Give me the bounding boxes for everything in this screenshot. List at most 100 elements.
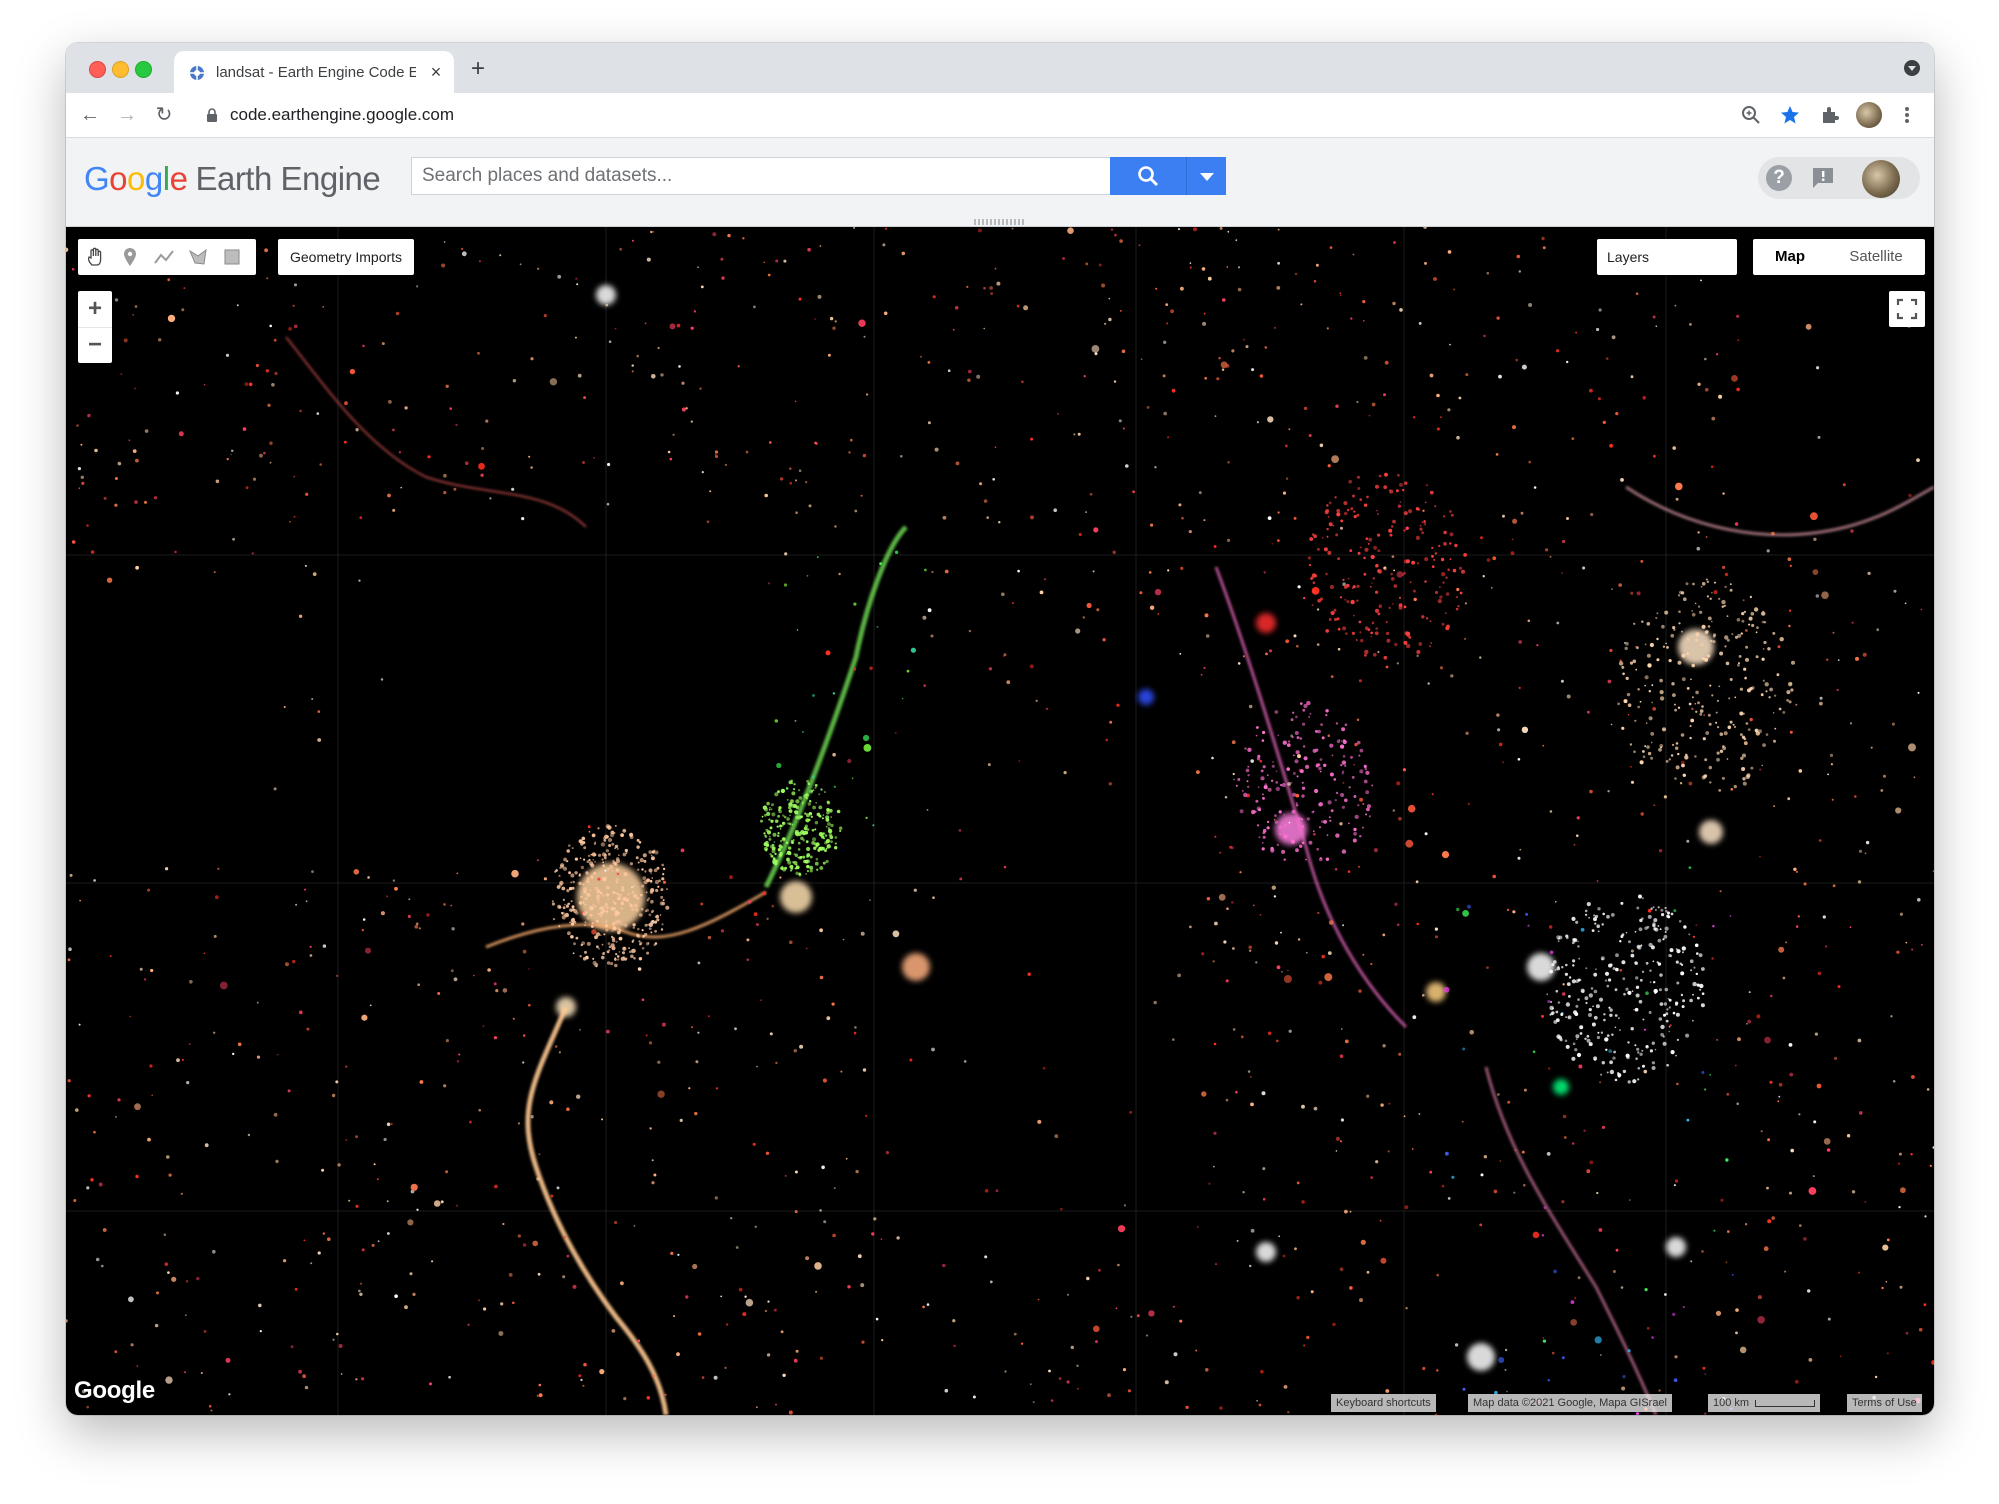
rectangle-icon[interactable] (220, 245, 244, 269)
light-dot (1282, 1254, 1286, 1258)
zoom-icon[interactable] (1740, 104, 1762, 126)
light-dot (1260, 769, 1264, 773)
light-dot (1423, 520, 1426, 523)
help-icon[interactable]: ? (1766, 165, 1792, 191)
light-dot (809, 865, 814, 870)
map-type-satellite[interactable]: Satellite (1827, 239, 1925, 275)
line-icon[interactable] (152, 245, 176, 269)
earth-engine-logo[interactable]: Google Earth Engine (84, 160, 381, 198)
light-dot (1659, 690, 1664, 695)
map-type-map[interactable]: Map (1753, 239, 1827, 275)
keyboard-shortcuts-link[interactable]: Keyboard shortcuts (1331, 1394, 1436, 1412)
search-button[interactable] (1110, 157, 1186, 195)
lock-icon[interactable] (206, 108, 218, 122)
terms-of-use-link[interactable]: Terms of Use (1847, 1394, 1922, 1412)
light-dot (1931, 1360, 1934, 1365)
light-dot (376, 1178, 379, 1181)
light-dot (775, 259, 779, 263)
tab-search-icon[interactable] (1904, 60, 1920, 76)
feedback-icon[interactable] (1810, 165, 1836, 191)
light-dot (618, 936, 623, 941)
light-dot (863, 744, 872, 752)
light-dot (595, 932, 601, 937)
light-dot (1277, 228, 1280, 231)
map-canvas[interactable]: Geometry Imports Layers Map Satellite + … (66, 227, 1934, 1415)
star-icon[interactable] (1779, 104, 1801, 126)
geometry-imports-button[interactable]: Geometry Imports (278, 239, 415, 275)
light-dot (872, 824, 875, 827)
search-input[interactable] (412, 158, 1102, 194)
light-dot (1326, 834, 1329, 836)
light-dot (1222, 298, 1226, 302)
scale-bar[interactable]: 100 km (1708, 1394, 1821, 1412)
light-dot (804, 830, 809, 835)
light-dot (996, 281, 1001, 286)
light-dot (1786, 699, 1789, 702)
forward-button[interactable]: → (115, 103, 139, 127)
light-dot (1652, 960, 1655, 963)
address-bar[interactable]: code.earthengine.google.com (230, 105, 454, 125)
avatar[interactable] (1862, 160, 1900, 198)
light-dot (1557, 940, 1560, 943)
layers-button[interactable]: Layers (1597, 239, 1737, 275)
light-dot (834, 320, 837, 323)
light-dot (1703, 774, 1707, 779)
marker-icon[interactable] (118, 245, 142, 269)
light-dot (1681, 1005, 1685, 1009)
new-tab-button[interactable]: + (466, 57, 490, 81)
light-dot (1396, 662, 1399, 665)
light-dot (1745, 629, 1748, 632)
light-dot (568, 887, 572, 890)
light-dot (431, 1260, 434, 1263)
light-dot (881, 1339, 884, 1342)
fullscreen-button[interactable] (1889, 291, 1925, 327)
light-dot (1652, 906, 1655, 909)
light-dot (1842, 483, 1846, 487)
polygon-icon[interactable] (186, 245, 210, 269)
light-dot (597, 827, 600, 830)
light-dot (1601, 1125, 1605, 1129)
light-dot (1245, 345, 1249, 349)
light-dot (1306, 817, 1311, 821)
light-dot (807, 782, 811, 785)
light-dot (636, 896, 640, 900)
light-dot (1846, 1134, 1851, 1138)
light-dot (1686, 839, 1690, 843)
panel-resize-handle[interactable] (974, 219, 1026, 225)
light-dot (1659, 678, 1663, 683)
search-options-dropdown[interactable] (1186, 157, 1226, 195)
tab-landsat[interactable]: landsat - Earth Engine Code Ed × (174, 51, 454, 93)
light-dot (1627, 990, 1632, 995)
light-dot (1429, 373, 1434, 378)
light-dot (1297, 754, 1301, 759)
more-icon[interactable] (1896, 104, 1918, 126)
light-dot (1814, 1032, 1818, 1036)
light-dot (1342, 755, 1346, 758)
light-dot (386, 1200, 389, 1203)
light-dot (1911, 948, 1914, 951)
minimize-window-button[interactable] (112, 61, 129, 78)
browser-toolbar: ← → ↻ code.earthengine.google.com (66, 93, 1934, 138)
light-dot (1429, 620, 1432, 623)
back-button[interactable]: ← (78, 103, 102, 127)
light-dot (1751, 686, 1755, 690)
reload-button[interactable]: ↻ (152, 103, 176, 127)
light-dot (558, 1051, 561, 1054)
profile-icon[interactable] (1856, 102, 1882, 128)
light-dot (456, 1060, 460, 1063)
light-dot (1553, 960, 1557, 964)
light-dot (156, 1291, 159, 1295)
light-dot (620, 901, 625, 906)
light-dot (1743, 610, 1747, 614)
close-window-button[interactable] (89, 61, 106, 78)
hand-icon[interactable] (84, 245, 108, 269)
light-dot (648, 868, 653, 873)
zoom-window-button[interactable] (135, 61, 152, 78)
zoom-out-button[interactable]: − (78, 327, 112, 363)
light-dot (1318, 766, 1322, 771)
light-dot (862, 1068, 867, 1072)
zoom-in-button[interactable]: + (78, 291, 112, 328)
tab-close-icon[interactable]: × (426, 62, 446, 82)
extensions-icon[interactable] (1819, 104, 1841, 126)
light-dot (648, 850, 652, 854)
